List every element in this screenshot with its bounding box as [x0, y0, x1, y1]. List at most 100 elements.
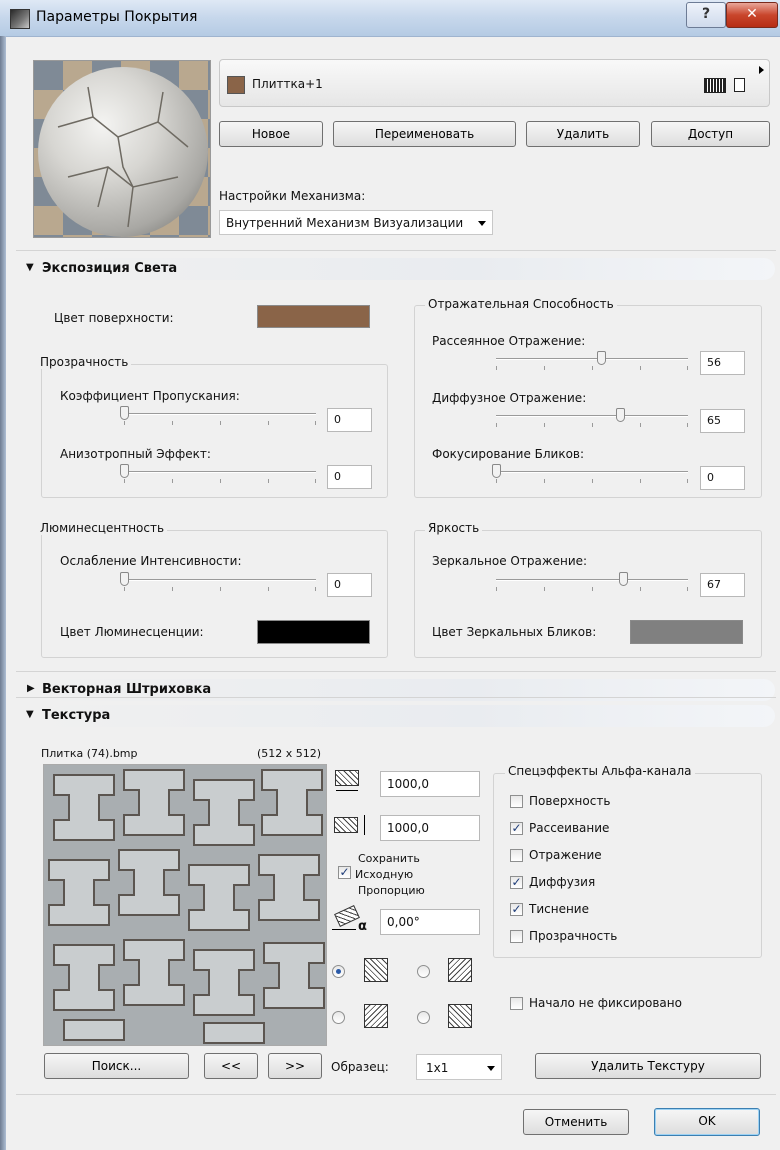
access-button[interactable]: Доступ	[651, 121, 770, 147]
orientation-radio-1[interactable]	[332, 965, 345, 978]
sample-dropdown[interactable]: 1x1	[416, 1054, 502, 1080]
delete-button[interactable]: Удалить	[526, 121, 640, 147]
diffuse-input[interactable]: 65	[700, 409, 745, 433]
transmission-slider[interactable]	[124, 413, 316, 415]
slider-tick	[687, 423, 688, 427]
slider-tick	[268, 421, 269, 425]
specular-label: Зеркальное Отражение:	[432, 554, 588, 568]
alpha-option-label: Рассеивание	[529, 821, 610, 835]
ambient-slider[interactable]	[496, 358, 688, 360]
material-name-bar[interactable]: Плиттка+1	[219, 59, 770, 107]
alpha-option-label: Диффузия	[529, 875, 596, 889]
alpha-effects-title: Спецэффекты Альфа-канала	[505, 764, 695, 778]
alpha-option-checkbox[interactable]: ✓	[510, 903, 523, 916]
section-exposure[interactable]: ▼ Экспозиция Света	[20, 258, 775, 280]
specular-color-swatch[interactable]	[630, 620, 743, 644]
next-button[interactable]: >>	[268, 1053, 322, 1079]
anisotropy-slider-thumb[interactable]	[120, 464, 129, 478]
alpha-option-label: Отражение	[529, 848, 602, 862]
transmission-slider-thumb[interactable]	[120, 406, 129, 420]
falloff-label: Ослабление Интенсивности:	[60, 554, 242, 568]
menu-arrow-icon[interactable]	[759, 66, 764, 74]
material-name: Плиттка+1	[252, 77, 323, 91]
luminance-color-swatch[interactable]	[257, 620, 370, 644]
slider-tick	[544, 423, 545, 427]
diffuse-slider-thumb[interactable]	[616, 408, 625, 422]
origin-checkbox[interactable]	[510, 997, 523, 1010]
slider-tick	[124, 479, 125, 483]
anisotropy-slider[interactable]	[124, 471, 316, 473]
height-input[interactable]: 1000,0	[380, 815, 480, 841]
slider-tick	[220, 421, 221, 425]
specular-slider-thumb[interactable]	[619, 572, 628, 586]
slider-tick	[220, 479, 221, 483]
texture-file-name: Плитка (74).bmp	[41, 747, 138, 760]
focus-slider-thumb[interactable]	[492, 464, 501, 478]
ok-button[interactable]: OK	[654, 1108, 760, 1136]
ambient-input[interactable]: 56	[700, 351, 745, 375]
section-texture[interactable]: ▼ Текстура	[20, 705, 775, 727]
material-preview	[33, 60, 211, 238]
rename-button[interactable]: Переименовать	[333, 121, 516, 147]
falloff-slider-thumb[interactable]	[120, 572, 129, 586]
focus-slider[interactable]	[496, 471, 688, 473]
specular-input[interactable]: 67	[700, 573, 745, 597]
close-button[interactable]: ✕	[726, 2, 778, 28]
transmission-input[interactable]: 0	[327, 408, 372, 432]
falloff-input[interactable]: 0	[327, 573, 372, 597]
alpha-option-checkbox[interactable]	[510, 930, 523, 943]
chevron-down-icon	[487, 1066, 495, 1071]
orientation-radio-3[interactable]	[332, 1011, 345, 1024]
anisotropy-input[interactable]: 0	[327, 465, 372, 489]
engine-dropdown[interactable]: Внутренний Механизм Визуализации	[219, 210, 493, 235]
orientation-radio-2[interactable]	[417, 965, 430, 978]
slider-tick	[496, 423, 497, 427]
surface-color-swatch[interactable]	[257, 305, 370, 328]
slider-tick	[172, 587, 173, 591]
diffuse-slider[interactable]	[496, 415, 688, 417]
remove-texture-button[interactable]: Удалить Текстуру	[535, 1053, 761, 1079]
sample-value: 1x1	[426, 1061, 449, 1075]
help-button[interactable]: ?	[686, 2, 726, 28]
alpha-option-checkbox[interactable]: ✓	[510, 876, 523, 889]
title-bar[interactable]: Параметры Покрытия ? ✕	[0, 0, 780, 37]
section-texture-label: Текстура	[42, 708, 111, 723]
texture-preview	[43, 764, 327, 1046]
cancel-button[interactable]: Отменить	[523, 1109, 629, 1135]
divider	[16, 671, 776, 672]
specular-slider[interactable]	[496, 579, 688, 581]
expanded-icon: ▼	[26, 262, 34, 273]
keep-ratio-line-1: Сохранить	[358, 852, 420, 865]
material-color-swatch	[227, 76, 245, 94]
slider-tick	[124, 421, 125, 425]
anisotropy-label: Анизотропный Эффект:	[60, 447, 211, 461]
luminance-color-label: Цвет Люминесценции:	[60, 625, 204, 639]
keep-ratio-checkbox[interactable]: ✓	[338, 866, 351, 879]
slider-tick	[496, 366, 497, 370]
previous-button[interactable]: <<	[204, 1053, 258, 1079]
alpha-option-checkbox[interactable]	[510, 795, 523, 808]
keep-ratio-line-3: Пропорцию	[358, 884, 425, 897]
search-button[interactable]: Поиск...	[44, 1053, 189, 1079]
engine-value: Внутренний Механизм Визуализации	[226, 216, 464, 230]
width-input[interactable]: 1000,0	[380, 771, 480, 797]
orientation-radio-4[interactable]	[417, 1011, 430, 1024]
new-button[interactable]: Новое	[219, 121, 323, 147]
slider-tick	[315, 421, 316, 425]
focus-label: Фокусирование Бликов:	[432, 447, 585, 461]
slider-tick	[592, 423, 593, 427]
alpha-option-checkbox[interactable]: ✓	[510, 822, 523, 835]
angle-input[interactable]: 0,00°	[380, 909, 480, 935]
height-icon	[334, 815, 374, 837]
diffuse-label: Диффузное Отражение:	[432, 391, 587, 405]
alpha-option-checkbox[interactable]	[510, 849, 523, 862]
slider-tick	[592, 366, 593, 370]
slider-tick	[172, 421, 173, 425]
falloff-slider[interactable]	[124, 579, 316, 581]
focus-input[interactable]: 0	[700, 466, 745, 490]
sphere-cracks	[57, 86, 189, 228]
ambient-slider-thumb[interactable]	[597, 351, 606, 365]
window-title: Параметры Покрытия	[36, 9, 198, 25]
slider-tick	[687, 479, 688, 483]
slider-tick	[640, 587, 641, 591]
